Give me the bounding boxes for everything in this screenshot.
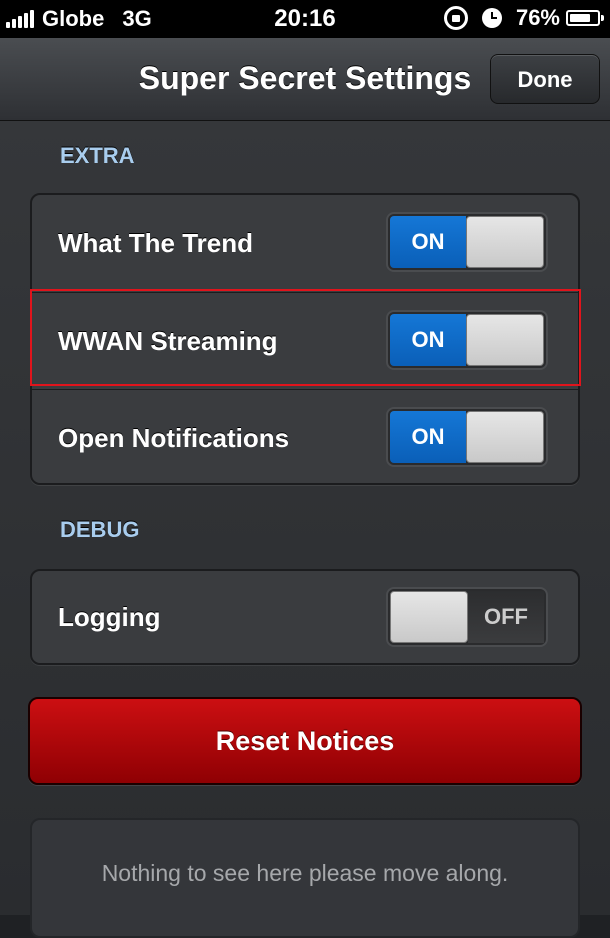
toggle-knob bbox=[466, 216, 544, 268]
setting-label: Logging bbox=[58, 602, 161, 632]
footer-text: Nothing to see here please move along. bbox=[101, 860, 509, 886]
setting-label: What The Trend bbox=[58, 228, 253, 258]
wwan-streaming-toggle[interactable]: ON bbox=[386, 310, 548, 370]
alarm-clock-icon bbox=[481, 8, 502, 28]
toggle-on-label: ON bbox=[390, 314, 466, 366]
settings-group-debug: Logging OFF bbox=[30, 569, 580, 665]
setting-label: WWAN Streaming bbox=[58, 326, 278, 356]
what-the-trend-toggle[interactable]: ON bbox=[386, 212, 548, 272]
footer-panel: Nothing to see here please move along. bbox=[30, 818, 580, 938]
setting-row-open-notifications: Open Notifications ON bbox=[32, 389, 578, 485]
setting-row-wwan-streaming: WWAN Streaming ON bbox=[32, 292, 578, 388]
logging-toggle[interactable]: OFF bbox=[386, 587, 548, 647]
setting-label: Open Notifications bbox=[58, 423, 290, 453]
reset-notices-button[interactable]: Reset Notices bbox=[28, 697, 582, 785]
toggle-on-label: ON bbox=[390, 411, 466, 463]
toggle-knob bbox=[466, 314, 544, 366]
setting-row-what-the-trend: What The Trend ON bbox=[32, 195, 578, 291]
navigation-bar: Super Secret Settings Done bbox=[0, 38, 610, 121]
battery-fill bbox=[570, 14, 590, 22]
section-header-debug: DEBUG bbox=[60, 517, 140, 542]
battery-icon bbox=[566, 10, 604, 26]
battery-percent: 76% bbox=[515, 5, 560, 30]
done-button[interactable]: Done bbox=[490, 54, 600, 104]
status-bar: Globe 3G 20:16 76% bbox=[0, 0, 610, 38]
toggle-on-label: ON bbox=[390, 216, 466, 268]
settings-content: EXTRA What The Trend ON WWAN Streaming O… bbox=[0, 121, 610, 915]
settings-group-extra: What The Trend ON WWAN Streaming ON Open… bbox=[30, 193, 580, 485]
toggle-knob bbox=[466, 411, 544, 463]
toggle-knob bbox=[390, 591, 468, 643]
rotation-lock-icon bbox=[443, 6, 468, 30]
open-notifications-toggle[interactable]: ON bbox=[386, 407, 548, 467]
toggle-off-label: OFF bbox=[468, 591, 544, 643]
setting-row-logging: Logging OFF bbox=[32, 571, 578, 663]
section-header-extra: EXTRA bbox=[60, 143, 135, 168]
